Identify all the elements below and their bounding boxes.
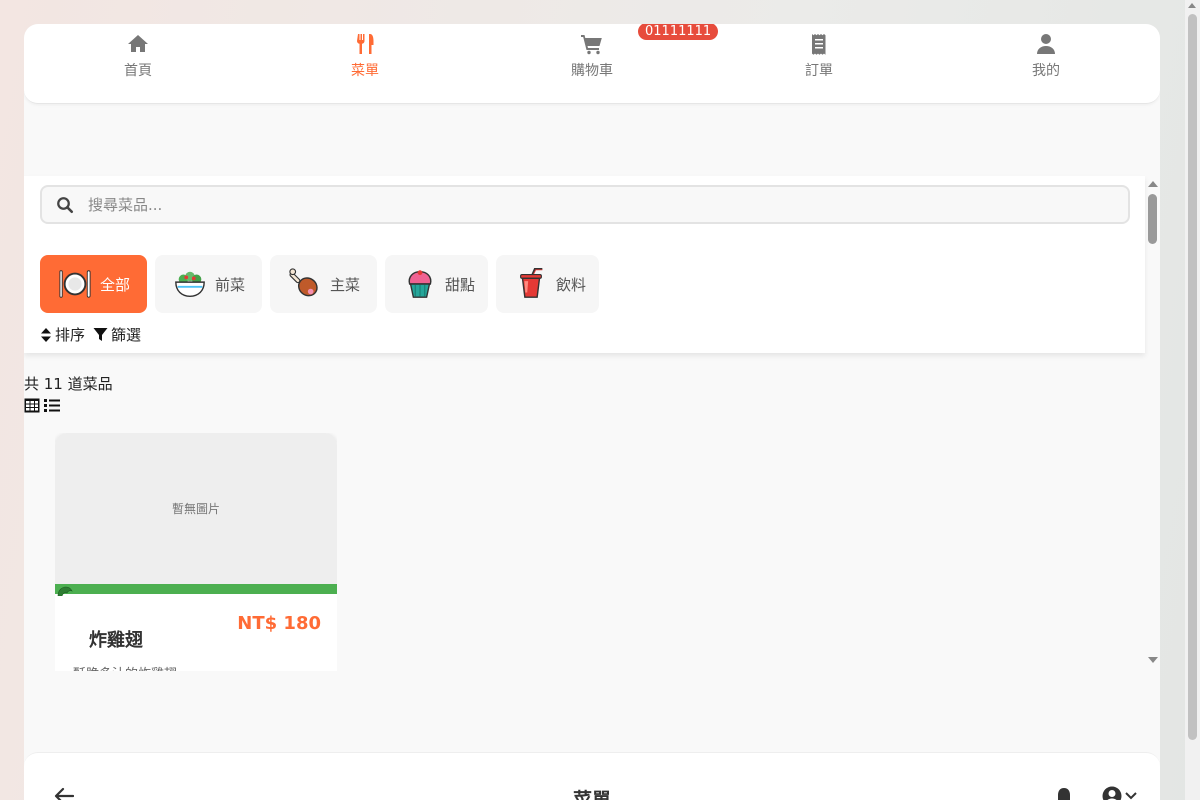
dish-price: NT$ 180 bbox=[237, 613, 321, 634]
nav-label: 首頁 bbox=[124, 63, 152, 79]
filter-label: 篩選 bbox=[111, 326, 142, 344]
scroll-up-arrow-icon[interactable] bbox=[1148, 181, 1158, 187]
cart-icon bbox=[532, 32, 652, 56]
nav-item-orders[interactable]: 訂單 bbox=[759, 32, 879, 80]
scroll-down-arrow-icon[interactable] bbox=[1148, 657, 1158, 663]
category-drinks[interactable]: 飲料 bbox=[496, 255, 599, 313]
dish-card[interactable]: 暫無圖片 炸雞翅 NT$ 180 酥脆多汁的炸雞翅 bbox=[55, 433, 337, 671]
bell-icon[interactable] bbox=[1054, 786, 1074, 800]
search-input[interactable] bbox=[88, 195, 1128, 214]
utensils-icon bbox=[305, 32, 425, 56]
nav-label: 我的 bbox=[1032, 63, 1060, 79]
plate-utensils-icon bbox=[59, 270, 91, 298]
user-menu-icon[interactable] bbox=[1102, 786, 1138, 800]
drumstick-icon bbox=[289, 268, 318, 297]
cup-with-straw-icon bbox=[520, 267, 543, 298]
cart-count-badge: 01111111 bbox=[638, 24, 719, 40]
grid-view-icon[interactable] bbox=[24, 398, 40, 413]
sort-label: 排序 bbox=[55, 326, 86, 344]
sort-icon bbox=[41, 327, 51, 342]
page-scrollbar-thumb[interactable] bbox=[1188, 14, 1197, 740]
dish-count: 共 11 道菜品 bbox=[24, 375, 113, 393]
category-dessert[interactable]: 甜點 bbox=[385, 255, 488, 313]
user-icon bbox=[986, 32, 1106, 56]
dish-grid: 暫無圖片 炸雞翅 NT$ 180 酥脆多汁的炸雞翅 bbox=[55, 433, 337, 671]
nav-item-cart[interactable]: 購物車 01111111 bbox=[532, 24, 719, 80]
page-scrollbar[interactable] bbox=[1185, 0, 1200, 800]
dish-name: 炸雞翅 bbox=[89, 630, 143, 651]
nav-item-profile[interactable]: 我的 bbox=[986, 32, 1106, 80]
scrollbar-thumb[interactable] bbox=[1148, 194, 1157, 244]
filter-icon bbox=[93, 327, 108, 341]
category-label: 前菜 bbox=[215, 275, 246, 294]
nav-item-menu[interactable]: 菜單 bbox=[305, 32, 425, 80]
content-scrollbar[interactable] bbox=[1145, 176, 1160, 671]
filter-button[interactable]: 篩選 bbox=[93, 324, 141, 345]
page-header: 菜單 bbox=[24, 752, 1160, 800]
leaf-icon bbox=[57, 586, 73, 596]
page-scroll-up-arrow-icon[interactable] bbox=[1188, 3, 1196, 8]
nav-label: 購物車 bbox=[571, 63, 613, 79]
search-box[interactable] bbox=[40, 185, 1130, 224]
salad-bowl-icon bbox=[175, 271, 205, 297]
category-label: 甜點 bbox=[445, 275, 476, 294]
nav-item-home[interactable]: 首頁 bbox=[78, 32, 198, 80]
category-label: 飲料 bbox=[556, 275, 587, 294]
cupcake-icon bbox=[408, 270, 432, 298]
home-icon bbox=[78, 32, 198, 56]
category-label: 全部 bbox=[100, 275, 131, 294]
view-toggle bbox=[24, 398, 64, 413]
dish-image-placeholder: 暫無圖片 bbox=[55, 433, 337, 584]
receipt-icon bbox=[759, 32, 879, 56]
page-title: 菜單 bbox=[572, 789, 611, 800]
category-main[interactable]: 主菜 bbox=[270, 255, 377, 313]
app-container: 首頁 菜單 購物車 01111111 訂單 我的 搜尋菜品... 全部 前菜 主… bbox=[24, 24, 1160, 800]
category-label: 主菜 bbox=[330, 275, 361, 294]
dish-status-stripe bbox=[55, 584, 337, 596]
category-all[interactable]: 全部 bbox=[40, 255, 147, 313]
filter-panel: 全部 前菜 主菜 bbox=[24, 176, 1145, 353]
sort-button[interactable]: 排序 bbox=[40, 324, 85, 345]
list-view-icon[interactable] bbox=[44, 398, 60, 413]
dish-description: 酥脆多汁的炸雞翅 bbox=[73, 663, 177, 671]
category-appetizer[interactable]: 前菜 bbox=[155, 255, 262, 313]
top-navigation: 首頁 菜單 購物車 01111111 訂單 我的 bbox=[24, 24, 1160, 104]
search-icon bbox=[57, 196, 74, 213]
toolbar: 排序 篩選 bbox=[40, 324, 149, 345]
nav-label: 菜單 bbox=[351, 63, 379, 79]
nav-label: 訂單 bbox=[805, 63, 833, 79]
